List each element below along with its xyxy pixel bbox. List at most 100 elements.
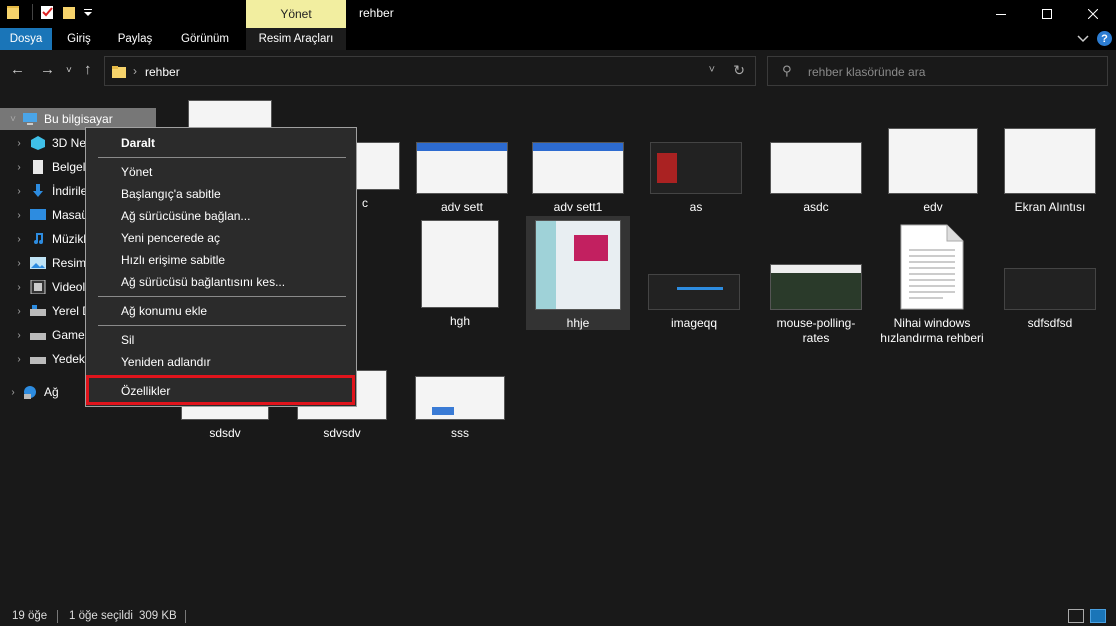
- chevron-right-icon[interactable]: ›: [12, 138, 26, 149]
- chevron-down-icon[interactable]: ˅: [709, 64, 715, 76]
- properties-icon[interactable]: [39, 4, 55, 20]
- sidebar-item-label: Resiml: [52, 256, 89, 270]
- file-item[interactable]: Ekran Alıntısı: [998, 128, 1102, 215]
- window-title: rehber: [359, 6, 394, 20]
- file-thumbnail: [650, 142, 742, 194]
- file-name: sdfsdfsd: [1027, 316, 1073, 330]
- menu-item-add-network-location[interactable]: Ağ konumu ekle: [121, 304, 207, 318]
- minimize-button[interactable]: [978, 0, 1024, 28]
- chevron-right-icon[interactable]: ›: [12, 330, 26, 341]
- dropdown-icon[interactable]: [83, 4, 93, 20]
- sidebar-item-label: Ağ: [44, 385, 59, 399]
- tab-view[interactable]: Görünüm: [170, 28, 240, 50]
- help-icon[interactable]: ?: [1097, 31, 1112, 46]
- sidebar-item-label: Masaü: [52, 208, 89, 222]
- file-item[interactable]: adv sett1: [526, 142, 630, 215]
- file-name: sdvsdv: [323, 426, 361, 440]
- menu-item-collapse[interactable]: Daralt: [121, 136, 155, 150]
- separator: [32, 4, 33, 20]
- file-item[interactable]: sss: [408, 376, 512, 441]
- file-item[interactable]: adv sett: [410, 142, 514, 215]
- file-item[interactable]: [178, 100, 282, 128]
- chevron-right-icon[interactable]: ›: [12, 354, 26, 365]
- new-folder-icon[interactable]: [61, 4, 77, 20]
- status-bar: 19 öğe 1 öğe seçildi 309 KB: [0, 606, 1116, 626]
- chevron-right-icon[interactable]: ›: [12, 306, 26, 317]
- file-item[interactable]: mouse-polling-rates: [764, 264, 868, 346]
- status-divider: [185, 610, 186, 623]
- chevron-right-icon[interactable]: ›: [12, 210, 26, 221]
- details-view-icon[interactable]: [1068, 609, 1084, 623]
- menu-item-manage[interactable]: Yönet: [121, 165, 152, 179]
- search-icon: ⚲: [782, 63, 792, 78]
- recent-locations-icon[interactable]: ˅: [66, 65, 72, 76]
- menu-item-map-network-drive[interactable]: Ağ sürücüsüne bağlan...: [121, 209, 250, 223]
- quick-access-toolbar: [6, 4, 93, 20]
- menu-item-rename[interactable]: Yeniden adlandır: [121, 355, 211, 369]
- file-item[interactable]: imageqq: [642, 274, 746, 331]
- file-item[interactable]: sdfsdfsd: [998, 268, 1102, 331]
- file-item[interactable]: as: [644, 142, 748, 215]
- address-path[interactable]: rehber: [145, 65, 180, 79]
- menu-item-pin-quick-access[interactable]: Hızlı erişime sabitle: [121, 253, 225, 267]
- folder-icon: [112, 66, 126, 78]
- file-item[interactable]: asdc: [764, 142, 868, 215]
- menu-separator: [98, 157, 346, 158]
- chevron-right-icon[interactable]: ›: [12, 162, 26, 173]
- menu-item-open-new-window[interactable]: Yeni pencerede aç: [121, 231, 220, 245]
- address-bar[interactable]: › rehber ˅ ↻: [104, 56, 756, 86]
- title-bar: Yönet rehber: [0, 0, 1116, 28]
- chevron-down-icon[interactable]: [1077, 34, 1089, 44]
- file-thumbnail: [648, 274, 740, 310]
- tab-home[interactable]: Giriş: [56, 28, 102, 50]
- file-thumbnail: [415, 376, 505, 420]
- status-divider: [57, 610, 58, 623]
- file-item[interactable]: hgh: [408, 220, 512, 329]
- chevron-right-icon[interactable]: ›: [12, 234, 26, 245]
- maximize-button[interactable]: [1024, 0, 1070, 28]
- forward-arrow-icon[interactable]: →: [40, 61, 55, 78]
- chevron-right-icon[interactable]: ›: [6, 387, 20, 398]
- tab-file[interactable]: Dosya: [0, 28, 52, 50]
- pictures-icon: [30, 257, 46, 269]
- tab-share[interactable]: Paylaş: [110, 28, 160, 50]
- selection-size: 309 KB: [139, 610, 177, 622]
- file-item[interactable]: hhje: [526, 216, 630, 330]
- computer-icon: [23, 113, 37, 125]
- highlight-box: [86, 375, 355, 405]
- drive-icon: [30, 357, 46, 364]
- manage-context-tab[interactable]: Yönet: [246, 0, 346, 28]
- file-name: hgh: [449, 314, 471, 328]
- chevron-right-icon[interactable]: ›: [12, 282, 26, 293]
- up-arrow-icon[interactable]: ↑: [84, 61, 92, 78]
- file-item[interactable]: edv: [881, 128, 985, 215]
- file-thumbnail: [188, 100, 272, 128]
- chevron-right-icon[interactable]: ›: [133, 64, 137, 78]
- file-name: adv sett: [440, 200, 484, 214]
- menu-item-disconnect-network-drive[interactable]: Ağ sürücüsü bağlantısını kes...: [121, 275, 285, 289]
- file-name: sss: [451, 426, 469, 440]
- file-thumbnail: [888, 128, 978, 194]
- menu-item-pin-to-start[interactable]: Başlangıç'a sabitle: [121, 187, 221, 201]
- music-icon: [34, 233, 43, 244]
- chevron-right-icon[interactable]: ›: [12, 258, 26, 269]
- large-icons-view-icon[interactable]: [1090, 609, 1106, 623]
- search-input[interactable]: rehber klasöründe ara: [808, 65, 925, 79]
- view-toggle: [1068, 609, 1106, 623]
- close-button[interactable]: [1070, 0, 1116, 28]
- sidebar-item-label: Belgel: [52, 160, 86, 174]
- file-name: mouse-polling-rates: [776, 316, 856, 345]
- refresh-icon[interactable]: ↻: [733, 62, 745, 79]
- chevron-right-icon[interactable]: ›: [12, 186, 26, 197]
- search-box[interactable]: ⚲ rehber klasöründe ara: [767, 56, 1108, 86]
- network-icon: [24, 386, 36, 399]
- menu-item-delete[interactable]: Sil: [121, 333, 134, 347]
- folder-icon[interactable]: [6, 4, 20, 20]
- file-name: as: [689, 200, 703, 214]
- file-thumbnail: [416, 142, 508, 194]
- tab-picture-tools[interactable]: Resim Araçları: [246, 28, 346, 50]
- file-item[interactable]: Nihai windows hızlandırma rehberi: [880, 224, 984, 346]
- file-thumbnail: [421, 220, 499, 308]
- back-arrow-icon[interactable]: ←: [10, 61, 25, 78]
- chevron-down-icon[interactable]: ˅: [6, 114, 20, 125]
